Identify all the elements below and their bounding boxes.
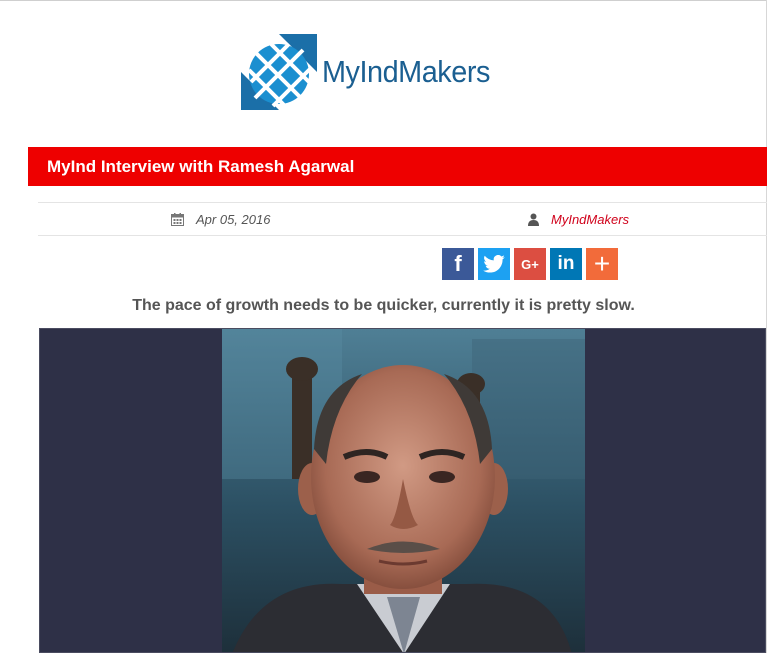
site-logo[interactable]: MyIndMakers <box>241 34 503 110</box>
linkedin-share-button[interactable]: in <box>550 248 582 280</box>
user-icon <box>528 213 539 226</box>
calendar-icon <box>171 212 184 226</box>
globe-logo-icon <box>241 34 317 110</box>
share-bar: f G+ in + <box>442 248 618 280</box>
twitter-share-button[interactable] <box>478 248 510 280</box>
google-plus-icon: G+ <box>521 256 539 272</box>
top-border <box>0 0 767 1</box>
date-text: Apr 05, 2016 <box>196 211 271 227</box>
twitter-icon <box>483 255 505 273</box>
article-meta: Apr 05, 2016 MyIndMakers <box>38 202 767 236</box>
article-title-bar: MyInd Interview with Ramesh Agarwal <box>28 147 767 186</box>
article-photo <box>39 328 766 653</box>
logo-text: MyIndMakers <box>322 54 490 89</box>
linkedin-icon: in <box>557 253 575 274</box>
google-plus-share-button[interactable]: G+ <box>514 248 546 280</box>
portrait-image <box>222 329 585 652</box>
more-share-button[interactable]: + <box>586 248 618 280</box>
plus-icon: + <box>593 248 611 279</box>
article-title: MyInd Interview with Ramesh Agarwal <box>47 156 355 176</box>
facebook-share-button[interactable]: f <box>442 248 474 280</box>
facebook-icon: f <box>454 251 462 276</box>
author[interactable]: MyIndMakers <box>528 203 629 235</box>
article-subtitle: The pace of growth needs to be quicker, … <box>132 297 635 314</box>
author-link[interactable]: MyIndMakers <box>551 212 629 227</box>
publish-date: Apr 05, 2016 <box>171 203 270 235</box>
